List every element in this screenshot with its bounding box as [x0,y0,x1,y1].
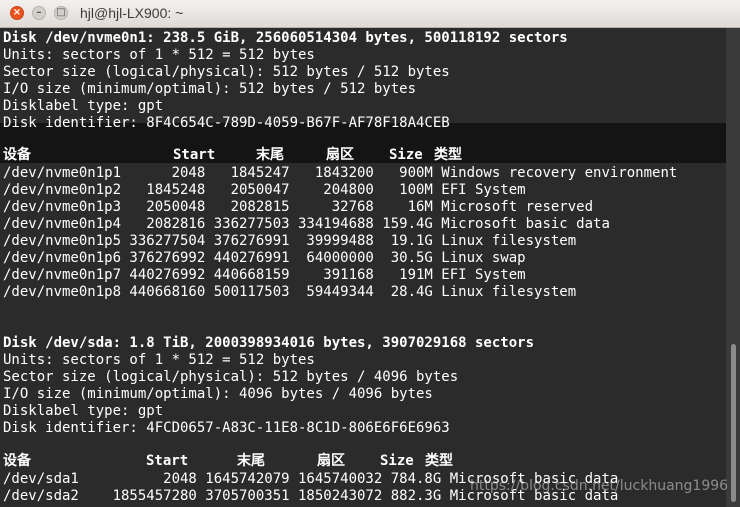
units-line: Units: sectors of 1 * 512 = 512 bytes [3,352,315,368]
header-device: 设备 [3,147,31,163]
title-bar[interactable]: × – □ hjl@hjl-LX900: ~ [0,0,740,28]
scrollbar[interactable] [726,28,740,507]
disk-identifier-line: Disk identifier: 8F4C654C-789D-4059-B67F… [3,115,450,131]
terminal-output[interactable]: Disk /dev/nvme0n1: 238.5 GiB, 2560605143… [0,28,726,507]
sector-size-line: Sector size (logical/physical): 512 byte… [3,369,459,385]
header-size: Size [389,147,423,163]
maximize-icon: □ [56,7,66,18]
close-button[interactable]: × [10,6,24,20]
scrollbar-thumb[interactable] [731,344,736,502]
disk-summary-line: Disk /dev/nvme0n1: 238.5 GiB, 2560605143… [3,30,568,46]
header-device: 设备 [3,453,31,469]
terminal-window: × – □ hjl@hjl-LX900: ~ Disk /dev/nvme0n1… [0,0,740,507]
header-type: 类型 [425,453,453,469]
io-size-line: I/O size (minimum/optimal): 4096 bytes /… [3,386,433,402]
minimize-icon: – [36,7,42,18]
window-title: hjl@hjl-LX900: ~ [80,5,184,21]
header-type: 类型 [434,147,462,163]
table-row: /dev/nvme0n1p7 440276992 440668159 39116… [3,267,526,283]
disk-identifier-line: Disk identifier: 4FCD0657-A83C-11E8-8C1D… [3,420,450,436]
disklabel-line: Disklabel type: gpt [3,403,164,419]
table-row: /dev/nvme0n1p3 2050048 2082815 32768 16M… [3,199,594,215]
header-end: 末尾 [256,147,284,163]
table-row: /dev/nvme0n1p1 2048 1845247 1843200 900M… [3,165,678,181]
disklabel-line: Disklabel type: gpt [3,98,164,114]
partition-table-header: 设备 Start 末尾 扇区 Size 类型 [3,147,723,164]
header-start: Start [173,147,216,163]
table-row: /dev/nvme0n1p8 440668160 500117503 59449… [3,284,577,300]
minimize-button[interactable]: – [32,6,46,20]
header-end: 末尾 [237,453,265,469]
io-size-line: I/O size (minimum/optimal): 512 bytes / … [3,81,417,97]
maximize-button[interactable]: □ [54,6,68,20]
header-size: Size [380,453,414,469]
watermark-text: https://blog.csdn.net/luckhuang1996 [470,478,729,494]
table-row: /dev/nvme0n1p4 2082816 336277503 3341946… [3,216,610,232]
table-row: /dev/nvme0n1p6 376276992 440276991 64000… [3,250,526,266]
close-icon: × [12,7,22,18]
table-row: /dev/nvme0n1p2 1845248 2050047 204800 10… [3,182,526,198]
header-sectors: 扇区 [326,147,354,163]
sector-size-line: Sector size (logical/physical): 512 byte… [3,64,450,80]
table-row: /dev/nvme0n1p5 336277504 376276991 39999… [3,233,577,249]
partition-table-header: 设备 Start 末尾 扇区 Size 类型 [3,453,723,470]
header-start: Start [146,453,189,469]
units-line: Units: sectors of 1 * 512 = 512 bytes [3,47,315,63]
header-sectors: 扇区 [317,453,345,469]
disk-summary-line: Disk /dev/sda: 1.8 TiB, 2000398934016 by… [3,335,535,351]
